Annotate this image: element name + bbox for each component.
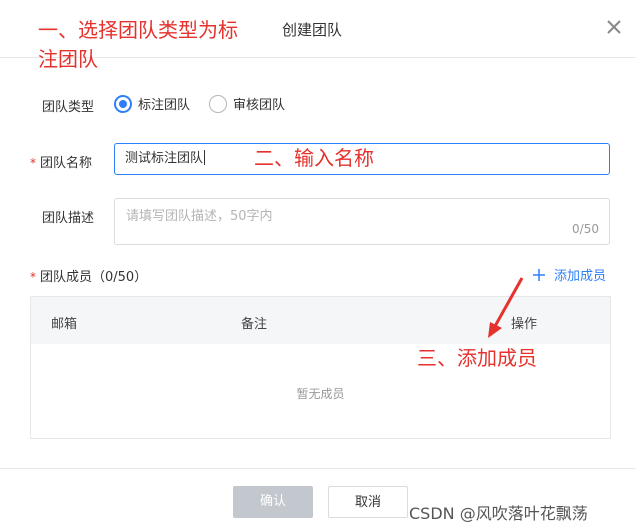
- required-asterisk: *: [30, 270, 36, 284]
- members-label-wrap: * 团队成员（0/50）: [30, 266, 147, 285]
- team-type-label: 团队类型: [42, 100, 95, 115]
- annotation-step2: 二、输入名称: [254, 146, 374, 170]
- column-header-email: 邮箱: [51, 317, 78, 332]
- radio-review-team[interactable]: 审核团队: [209, 94, 285, 113]
- add-member-label: 添加成员: [554, 269, 607, 284]
- team-name-value: 测试标注团队: [125, 151, 204, 166]
- annotation-step1-continued: 注团队: [38, 47, 98, 71]
- radio-annotation-team[interactable]: 标注团队: [114, 94, 190, 113]
- annotation-step3: 三、添加成员: [417, 346, 537, 370]
- members-empty-text: 暂无成员: [296, 387, 345, 401]
- team-name-label: 团队名称: [40, 156, 93, 171]
- add-member-button[interactable]: 添加成员: [532, 265, 606, 284]
- team-desc-label: 团队描述: [42, 211, 95, 226]
- dialog-title: 创建团队: [282, 21, 343, 39]
- radio-annotation-team-label: 标注团队: [138, 98, 191, 113]
- watermark: CSDN @风吹落叶花飘荡: [409, 504, 588, 523]
- team-desc-char-count: 0/50: [572, 222, 599, 236]
- members-label: 团队成员（0/50）: [40, 270, 148, 285]
- text-caret: [204, 150, 206, 165]
- team-desc-placeholder: 请填写团队描述，50字内: [126, 209, 273, 224]
- confirm-button[interactable]: 确认: [233, 486, 313, 518]
- cancel-button[interactable]: 取消: [328, 486, 408, 518]
- radio-unchecked-icon: [209, 94, 227, 113]
- plus-icon: [533, 268, 545, 281]
- close-icon[interactable]: [605, 18, 623, 36]
- radio-review-team-label: 审核团队: [233, 98, 286, 113]
- annotation-step1: 一、选择团队类型为标: [38, 18, 238, 42]
- team-desc-textarea[interactable]: 请填写团队描述，50字内 0/50: [114, 198, 610, 245]
- column-header-remark: 备注: [241, 317, 268, 332]
- arrow-icon: [488, 277, 524, 338]
- required-asterisk: *: [30, 156, 36, 170]
- radio-checked-icon: [114, 94, 132, 113]
- team-name-label-wrap: * 团队名称: [30, 152, 92, 171]
